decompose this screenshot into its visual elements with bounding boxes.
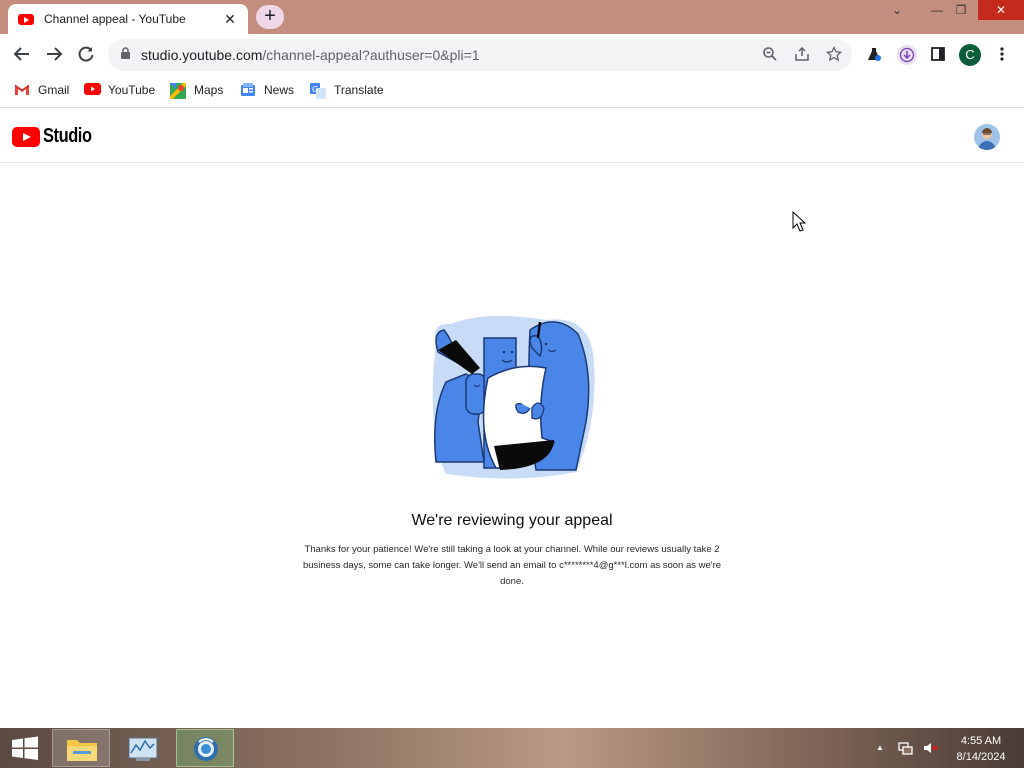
- new-tab-button[interactable]: +: [256, 5, 284, 29]
- appeal-review-illustration: [426, 312, 598, 482]
- mouse-cursor: [792, 210, 807, 238]
- tab-channel-appeal[interactable]: Channel appeal - YouTube ✕: [8, 4, 248, 34]
- restore-button[interactable]: ❐: [944, 0, 978, 20]
- network-icon[interactable]: [898, 740, 914, 761]
- volume-muted-icon[interactable]: [922, 740, 938, 761]
- sidepanel-icon[interactable]: [929, 46, 947, 64]
- url-text: studio.youtube.com/channel-appeal?authus…: [141, 47, 480, 63]
- star-icon[interactable]: [825, 45, 843, 64]
- lock-icon[interactable]: [120, 47, 131, 63]
- menu-icon[interactable]: [993, 46, 1011, 64]
- close-window-button[interactable]: ✕: [978, 0, 1024, 20]
- share-icon[interactable]: [793, 46, 811, 64]
- taskbar-clock[interactable]: 4:55 AM 8/14/2024: [950, 733, 1012, 765]
- address-bar[interactable]: studio.youtube.com/channel-appeal?authus…: [108, 39, 852, 71]
- account-avatar[interactable]: [974, 124, 1000, 150]
- bookmark-label: Maps: [194, 83, 224, 97]
- youtube-favicon-icon: [18, 13, 34, 25]
- clock-date: 8/14/2024: [956, 751, 1006, 763]
- tab-close-icon[interactable]: ✕: [222, 11, 238, 28]
- bookmark-news[interactable]: News: [240, 82, 294, 98]
- url-path: /channel-appeal?authuser=0&pli=1: [262, 47, 480, 63]
- maps-icon: [168, 81, 188, 101]
- appeal-heading: We're reviewing your appeal: [411, 512, 613, 529]
- bookmark-translate[interactable]: G Translate: [310, 82, 384, 99]
- news-icon: [240, 83, 256, 97]
- performance-monitor-taskbar-button[interactable]: [114, 729, 172, 767]
- zoom-icon[interactable]: [761, 46, 779, 64]
- bookmark-gmail[interactable]: Gmail: [14, 82, 69, 98]
- bookmark-label: YouTube: [108, 83, 156, 97]
- tray-overflow-icon[interactable]: ▲: [876, 743, 884, 752]
- appeal-message: Thanks for your patience! We're still ta…: [302, 544, 722, 587]
- studio-logo-text: Studio: [43, 125, 92, 147]
- svg-text:G: G: [312, 85, 318, 94]
- youtube-logo-icon: [12, 126, 40, 147]
- studio-header: [0, 109, 1024, 163]
- file-explorer-taskbar-button[interactable]: [52, 729, 110, 767]
- profile-avatar[interactable]: C: [959, 44, 981, 66]
- back-icon[interactable]: [10, 44, 34, 68]
- chrome-taskbar-button[interactable]: [176, 729, 234, 767]
- bookmark-label: News: [264, 83, 295, 97]
- url-host: studio.youtube.com: [141, 47, 263, 63]
- extension-icon[interactable]: [865, 46, 883, 64]
- clock-time: 4:55 AM: [960, 735, 1002, 747]
- youtube-icon: [84, 83, 101, 97]
- translate-icon: G: [310, 83, 326, 99]
- download-icon[interactable]: [897, 45, 917, 65]
- bookmark-label: Gmail: [38, 83, 70, 97]
- forward-icon[interactable]: [42, 44, 66, 68]
- gmail-icon: [14, 83, 30, 97]
- studio-logo[interactable]: Studio: [12, 125, 102, 148]
- tab-title: Channel appeal - YouTube: [44, 12, 186, 26]
- bookmark-youtube[interactable]: YouTube: [84, 82, 155, 98]
- bookmark-maps[interactable]: Maps: [168, 81, 224, 101]
- reload-icon[interactable]: [74, 44, 98, 68]
- bookmark-label: Translate: [334, 83, 384, 97]
- tab-search-button[interactable]: ⌄: [880, 0, 914, 20]
- start-button[interactable]: [0, 729, 50, 767]
